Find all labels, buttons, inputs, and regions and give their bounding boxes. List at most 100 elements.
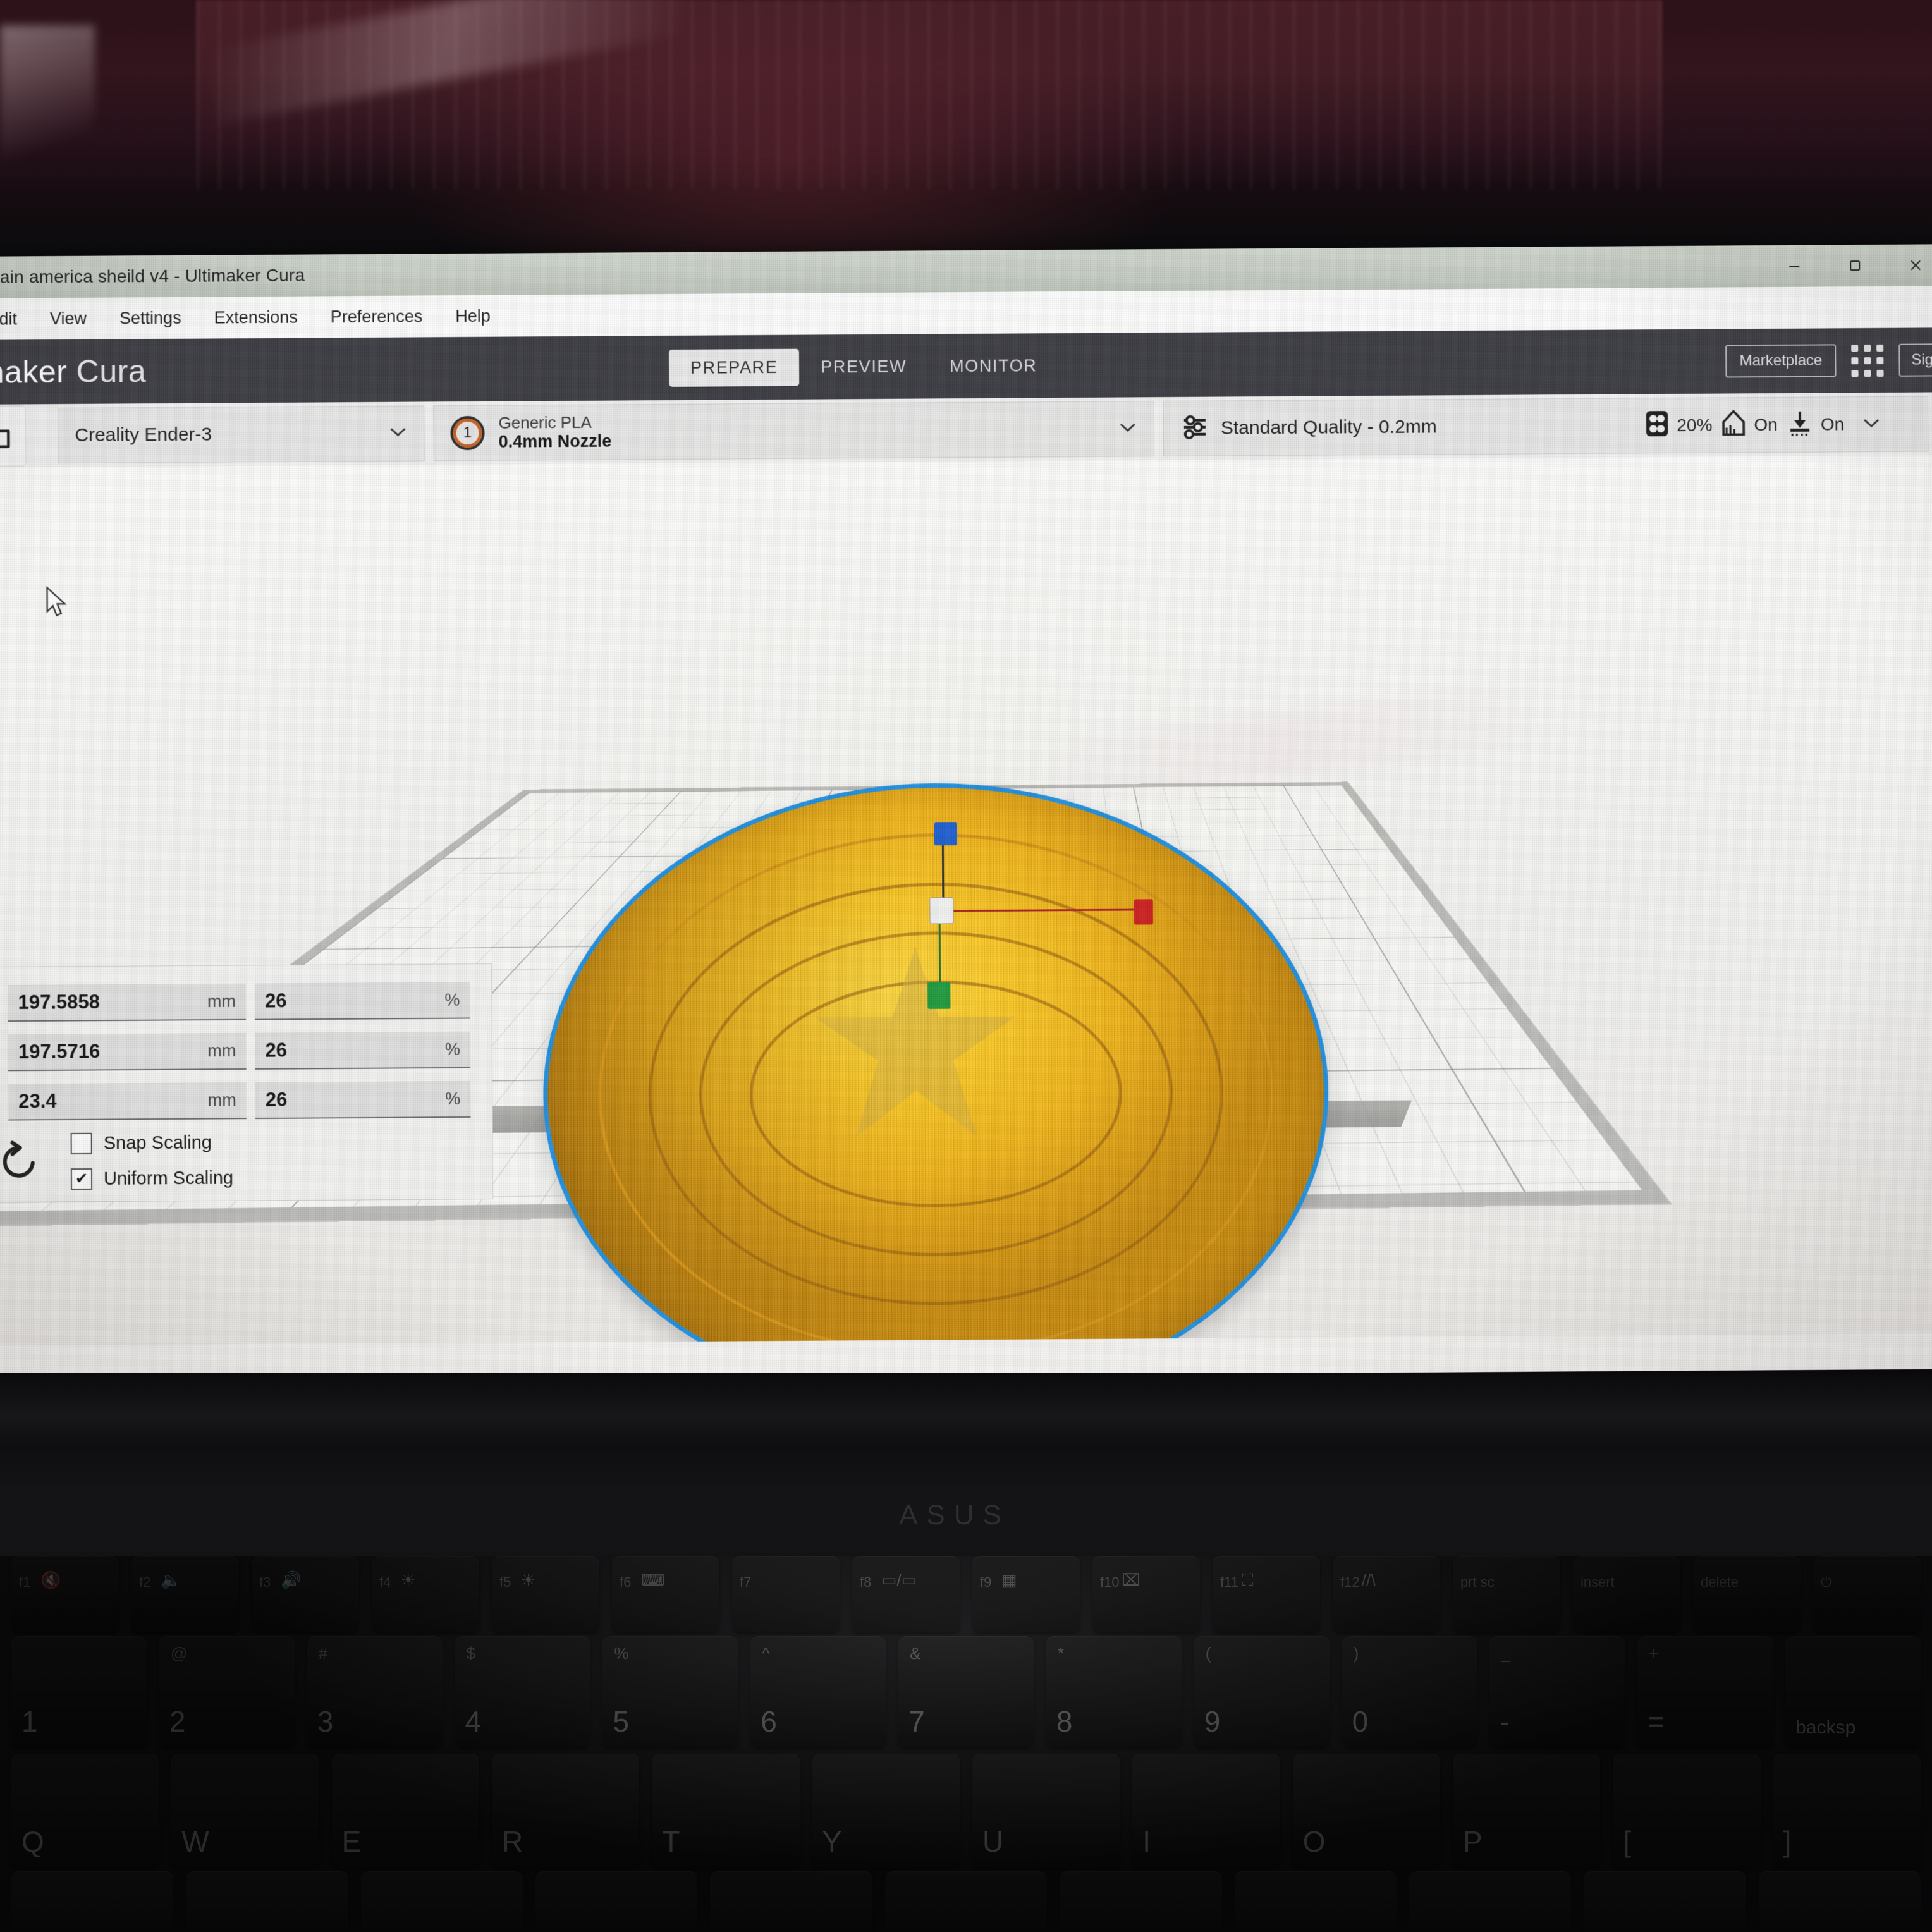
key-f3[interactable]: f3 🔊 bbox=[252, 1556, 359, 1632]
key-0[interactable]: ) 0 bbox=[1342, 1636, 1477, 1747]
open-file-button[interactable] bbox=[0, 405, 27, 467]
key-2[interactable]: @2 bbox=[159, 1636, 295, 1747]
key-q[interactable]: Q bbox=[11, 1754, 159, 1868]
key-7[interactable]: & 7 bbox=[898, 1636, 1034, 1747]
scale-axis-label-z: Z bbox=[0, 1092, 8, 1113]
key-y[interactable]: Y bbox=[812, 1754, 960, 1868]
chevron-down-icon[interactable] bbox=[1862, 417, 1881, 431]
print-settings-selector[interactable]: Standard Quality - 0.2mm 20% On On bbox=[1163, 396, 1929, 457]
scale-y-percent-input[interactable]: 26 % bbox=[255, 1031, 471, 1070]
sign-in-button[interactable]: Sign bbox=[1898, 343, 1932, 377]
key-minus[interactable]: _ - bbox=[1489, 1636, 1625, 1747]
key-u[interactable]: U bbox=[972, 1754, 1120, 1868]
key-insert[interactable]: insert bbox=[1573, 1556, 1680, 1632]
menu-item-edit[interactable]: dit bbox=[0, 305, 34, 333]
key-r[interactable]: R bbox=[491, 1754, 640, 1868]
menu-item-help[interactable]: Help bbox=[439, 302, 507, 330]
menu-item-extensions[interactable]: Extensions bbox=[198, 303, 314, 331]
key-j-row-partial[interactable] bbox=[1060, 1871, 1222, 1932]
model-captain-america-shield[interactable] bbox=[541, 781, 1331, 1346]
infill-stat[interactable]: 20% bbox=[1645, 409, 1713, 442]
config-bar: Creality Ender-3 1 Generic PLA 0.4mm Noz… bbox=[0, 392, 1932, 468]
key-g-row-partial[interactable] bbox=[710, 1871, 872, 1932]
material-selector[interactable]: 1 Generic PLA 0.4mm Nozzle bbox=[433, 401, 1155, 462]
key-5[interactable]: % 5 bbox=[602, 1636, 738, 1747]
key-3[interactable]: #3 bbox=[307, 1636, 443, 1747]
key-print-screen[interactable]: prt sc bbox=[1453, 1556, 1560, 1632]
maximize-button[interactable] bbox=[1825, 245, 1886, 287]
close-button[interactable] bbox=[1885, 244, 1932, 286]
tab-monitor[interactable]: MONITOR bbox=[928, 347, 1059, 385]
key-d-row-partial[interactable] bbox=[360, 1871, 523, 1932]
key-backspace[interactable]: backsp bbox=[1785, 1636, 1921, 1747]
key-f6[interactable]: f6 ⌨ bbox=[612, 1556, 719, 1632]
key-9[interactable]: (9 bbox=[1194, 1636, 1330, 1747]
key-power[interactable]: ⏻ bbox=[1813, 1556, 1921, 1632]
scale-z-mm-input[interactable]: 23.4 mm bbox=[8, 1082, 247, 1121]
move-handle-y[interactable] bbox=[927, 982, 951, 1009]
scale-x-percent-input[interactable]: 26 % bbox=[254, 982, 470, 1020]
key-e[interactable]: E bbox=[331, 1754, 479, 1868]
key-o[interactable]: O bbox=[1292, 1754, 1440, 1868]
tab-prepare[interactable]: PREPARE bbox=[668, 348, 800, 387]
key-equals[interactable]: + = bbox=[1637, 1636, 1773, 1747]
key-f4[interactable]: f4 ☀ bbox=[372, 1556, 479, 1632]
reset-scale-button[interactable] bbox=[0, 1139, 49, 1185]
move-handle-x[interactable] bbox=[1134, 899, 1154, 925]
uniform-scaling-option[interactable]: ✔ Uniform Scaling bbox=[70, 1168, 233, 1190]
key-f-row-partial[interactable] bbox=[535, 1871, 698, 1932]
uniform-scaling-checkbox[interactable]: ✔ bbox=[70, 1168, 93, 1190]
material-info: Generic PLA 0.4mm Nozzle bbox=[498, 412, 611, 452]
key-1[interactable]: 1 bbox=[11, 1636, 147, 1747]
key-bracket-left[interactable]: [ bbox=[1613, 1754, 1761, 1868]
grid-apps-icon[interactable] bbox=[1851, 344, 1884, 377]
key-bracket-right[interactable]: ] bbox=[1773, 1754, 1921, 1868]
tab-preview[interactable]: PREVIEW bbox=[799, 348, 928, 386]
key-f8[interactable]: f8 ▭/▭ bbox=[852, 1556, 960, 1632]
key-f11[interactable]: f11 ⛶ bbox=[1213, 1556, 1320, 1632]
scale-y-percent-unit: % bbox=[444, 1039, 460, 1059]
move-handle-z[interactable] bbox=[934, 822, 957, 846]
key-8[interactable]: * 8 bbox=[1046, 1636, 1182, 1747]
key-f2[interactable]: f2 🔈 bbox=[131, 1556, 239, 1632]
snap-scaling-checkbox[interactable] bbox=[70, 1132, 92, 1155]
key-h-row-partial[interactable] bbox=[884, 1871, 1048, 1932]
menu-item-preferences[interactable]: Preferences bbox=[314, 303, 439, 331]
key-f10[interactable]: f10 ⌧ bbox=[1092, 1556, 1200, 1632]
extruder-number: 1 bbox=[463, 424, 472, 442]
key-delete[interactable]: delete bbox=[1693, 1556, 1801, 1632]
key-l-row-partial[interactable] bbox=[1409, 1871, 1572, 1932]
scale-z-percent-input[interactable]: 26 % bbox=[255, 1080, 471, 1120]
menu-item-view[interactable]: View bbox=[34, 305, 103, 333]
minimize-button[interactable] bbox=[1764, 245, 1825, 287]
snap-scaling-option[interactable]: Snap Scaling bbox=[70, 1132, 233, 1155]
key-s-row-partial[interactable] bbox=[186, 1871, 348, 1932]
key-k-row-partial[interactable] bbox=[1234, 1871, 1397, 1932]
key-f12[interactable]: f12//\ bbox=[1333, 1556, 1440, 1632]
key-6[interactable]: ^ 6 bbox=[750, 1636, 886, 1747]
key-w[interactable]: W bbox=[171, 1754, 319, 1868]
key-semicolon-partial[interactable] bbox=[1584, 1871, 1746, 1932]
key-quote-partial[interactable] bbox=[1758, 1871, 1921, 1932]
scale-y-mm-input[interactable]: 197.5716 mm bbox=[8, 1032, 247, 1072]
adhesion-stat[interactable]: On bbox=[1787, 408, 1845, 441]
support-stat[interactable]: On bbox=[1721, 409, 1778, 442]
3d-viewport[interactable] bbox=[0, 455, 1932, 1346]
printer-selector[interactable]: Creality Ender-3 bbox=[58, 405, 425, 464]
key-p[interactable]: P bbox=[1452, 1754, 1601, 1868]
key-t[interactable]: T bbox=[652, 1754, 800, 1868]
key-f7[interactable]: f7 bbox=[732, 1556, 840, 1632]
scale-z-percent-value: 26 bbox=[265, 1088, 288, 1111]
key-f1[interactable]: f1 🔇 bbox=[11, 1556, 119, 1632]
key-f9[interactable]: f9 ▦ bbox=[972, 1556, 1080, 1632]
scale-x-mm-input[interactable]: 197.5858 mm bbox=[8, 983, 247, 1022]
marketplace-button[interactable]: Marketplace bbox=[1725, 344, 1837, 378]
key-f5[interactable]: f5 ☀ bbox=[492, 1556, 599, 1632]
key-i[interactable]: I bbox=[1132, 1754, 1280, 1868]
menu-item-settings[interactable]: Settings bbox=[103, 304, 198, 332]
profile-name: Standard Quality - 0.2mm bbox=[1220, 416, 1437, 439]
key-4[interactable]: $4 bbox=[455, 1636, 590, 1747]
key-a-row-partial[interactable] bbox=[11, 1871, 174, 1932]
laptop-keyboard: f1 🔇 f2 🔈 f3 🔊 f4 ☀ f5 ☀ f6 ⌨ f7 f8 ▭/▭ f9 ▦ f10… bbox=[0, 1556, 1932, 1932]
move-handle-center[interactable] bbox=[929, 897, 954, 924]
